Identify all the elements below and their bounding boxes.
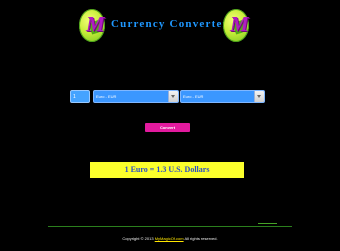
footer-suffix: All rights reserved. [183, 236, 218, 241]
conversion-result: 1 Euro = 1.3 U.S. Dollars [90, 162, 244, 178]
chevron-down-icon[interactable] [168, 91, 178, 102]
small-divider [258, 223, 277, 224]
from-currency-select[interactable]: Euro - EUR [93, 90, 179, 103]
to-currency-value: Euro - EUR [183, 94, 204, 99]
footer: Copyright © 2013 MyMagicOf.com All right… [0, 236, 340, 241]
footer-prefix: Copyright © 2013 [122, 236, 155, 241]
footer-divider [48, 226, 292, 227]
page-title: Currency Converter [111, 18, 229, 30]
chevron-down-icon[interactable] [254, 91, 264, 102]
amount-input[interactable] [70, 90, 90, 103]
to-currency-select[interactable]: Euro - EUR [180, 90, 265, 103]
conversion-result-text: 1 Euro = 1.3 U.S. Dollars [124, 165, 210, 174]
footer-site-link[interactable]: MyMagicOf.com [155, 236, 184, 241]
from-currency-value: Euro - EUR [96, 94, 117, 99]
right-logo-icon: M [223, 9, 249, 42]
convert-button[interactable]: Convert [145, 123, 190, 132]
left-logo-letter: M [86, 12, 105, 36]
left-logo-icon: M [79, 9, 105, 42]
right-logo-letter: M [230, 12, 249, 36]
